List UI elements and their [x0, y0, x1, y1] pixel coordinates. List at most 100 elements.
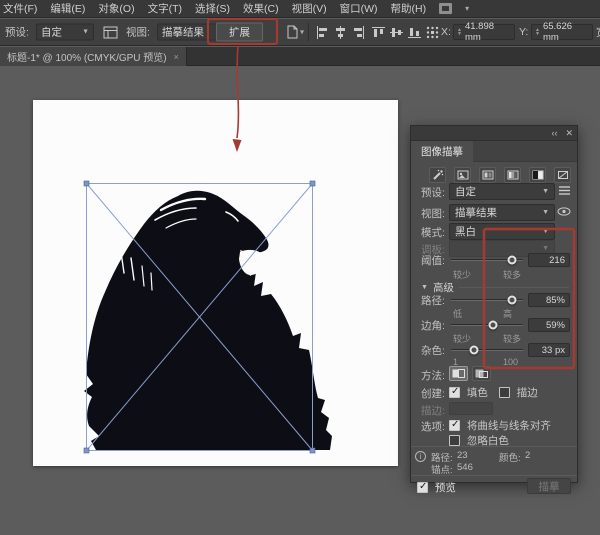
menu-window[interactable]: 窗口(W) [340, 1, 378, 16]
preview-checkbox[interactable] [417, 482, 428, 493]
menu-file[interactable]: 文件(F) [3, 1, 37, 16]
close-icon[interactable]: ✕ [565, 127, 573, 139]
corners-slider[interactable] [451, 318, 523, 332]
corners-value-field[interactable]: 59% [528, 318, 570, 332]
menu-bar: 文件(F) 编辑(E) 对象(O) 文字(T) 选择(S) 效果(C) 视图(V… [0, 0, 600, 18]
panel-mode-dropdown[interactable]: 黑白▼ [449, 223, 555, 240]
menu-edit[interactable]: 编辑(E) [50, 1, 85, 16]
menu-object[interactable]: 对象(O) [98, 1, 134, 16]
noise-slider[interactable] [451, 343, 523, 357]
view-label: 视图: [126, 25, 150, 40]
close-icon[interactable]: × [174, 52, 179, 62]
panel-menu-icon[interactable] [558, 185, 571, 199]
chevron-down-icon: ▼ [542, 188, 549, 195]
stats-paths-value: 23 [457, 450, 468, 461]
stats-anchors-value: 546 [457, 462, 473, 473]
reference-point-icon[interactable] [424, 25, 440, 39]
y-field[interactable]: ▲▼65.626 mm [531, 24, 593, 40]
eagle-trace-image[interactable] [33, 100, 398, 466]
slider-knob[interactable] [507, 256, 516, 265]
chevron-down-icon[interactable]: ▾ [465, 4, 469, 13]
threshold-value-field[interactable]: 216 [528, 253, 570, 267]
image-trace-panel: ‹‹ ✕ 图像描摹 [410, 125, 578, 483]
document-tab[interactable]: 标题-1* @ 100% (CMYK/GPU 预览) × [0, 47, 187, 66]
tab-bar: 标题-1* @ 100% (CMYK/GPU 预览) × [0, 47, 600, 66]
threshold-slider[interactable] [451, 253, 523, 267]
align-horizontal-right-icon[interactable] [350, 25, 366, 39]
outline-icon[interactable] [554, 167, 571, 183]
menu-help[interactable]: 帮助(H) [391, 1, 427, 16]
align-horizontal-center-icon[interactable] [332, 25, 348, 39]
stats-anchors-label: 锚点: [431, 462, 453, 476]
align-horizontal-left-icon[interactable] [314, 25, 330, 39]
fill-checkbox[interactable] [449, 387, 460, 398]
panel-view-dropdown[interactable]: 描摹结果▼ [449, 204, 555, 221]
expand-button[interactable]: 扩展 [216, 23, 263, 42]
menu-view[interactable]: 视图(V) [292, 1, 327, 16]
slider-knob[interactable] [470, 346, 479, 355]
paths-slider[interactable] [451, 293, 523, 307]
x-field[interactable]: ▲▼41.898 mm [453, 24, 515, 40]
auto-color-icon[interactable] [429, 167, 446, 183]
panel-preset-dropdown[interactable]: 自定▼ [449, 183, 555, 200]
align-vertical-bottom-icon[interactable] [406, 25, 422, 39]
x-label: X: [441, 26, 451, 38]
stats-colors-value: 2 [525, 450, 530, 461]
noise-value-field[interactable]: 33 px [528, 343, 570, 357]
image-trace-panel-icon[interactable] [102, 25, 118, 39]
toolbar-separator [308, 23, 309, 41]
chevron-down-icon: ▼ [82, 29, 89, 36]
high-color-icon[interactable] [454, 167, 471, 183]
stats-row-2: 锚点: 546 [411, 462, 577, 479]
method-overlapping-icon[interactable] [472, 366, 491, 381]
panel-tab-strip: 图像描摹 [411, 141, 577, 162]
low-color-icon[interactable] [479, 167, 496, 183]
slider-knob[interactable] [508, 296, 517, 305]
tab-image-trace[interactable]: 图像描摹 [411, 141, 473, 162]
document-setup-icon[interactable] [284, 25, 300, 39]
menu-effect[interactable]: 效果(C) [243, 1, 279, 16]
create-row: 创建: 填色 描边 [411, 384, 577, 401]
document-title: 标题-1* @ 100% (CMYK/GPU 预览) [7, 49, 167, 64]
menu-select[interactable]: 选择(S) [195, 1, 230, 16]
chevron-down-icon: ▼ [542, 245, 549, 252]
menu-type[interactable]: 文字(T) [148, 1, 182, 16]
fill-label: 填色 [467, 387, 488, 399]
illustrator-window: 文件(F) 编辑(E) 对象(O) 文字(T) 选择(S) 效果(C) 视图(V… [0, 0, 600, 535]
preset-dropdown[interactable]: 自定▼ [36, 24, 94, 41]
stepper-icon[interactable]: ▲▼ [535, 28, 540, 36]
artboard[interactable] [33, 100, 398, 466]
stroke-size-field [449, 402, 493, 415]
slider-knob[interactable] [489, 321, 498, 330]
stroke-checkbox[interactable] [499, 387, 510, 398]
preset-row: 预设: 自定▼ [411, 183, 577, 200]
eye-icon[interactable] [557, 206, 571, 220]
trace-button: 描摹 [527, 478, 571, 494]
collapse-icon[interactable]: ‹‹ [551, 127, 557, 139]
panel-header: ‹‹ ✕ [411, 126, 577, 141]
width-label: 宽: [596, 25, 600, 40]
stroke-label: 描边 [517, 387, 538, 399]
preset-button-row [429, 167, 571, 183]
ignore-white-checkbox[interactable] [449, 435, 460, 446]
stroke-size-row: 描边: [411, 401, 577, 418]
panel-divider [411, 475, 577, 476]
triangle-down-icon: ▼ [421, 284, 428, 291]
black-white-icon[interactable] [529, 167, 546, 183]
align-vertical-top-icon[interactable] [370, 25, 386, 39]
workspace-icon[interactable] [439, 3, 452, 14]
snap-curves-checkbox[interactable] [449, 420, 460, 431]
threshold-slider-row: 阈值: 216 [411, 253, 577, 267]
paths-value-field[interactable]: 85% [528, 293, 570, 307]
mode-row: 模式: 黑白▼ [411, 223, 577, 240]
noise-slider-row: 杂色: 33 px [411, 343, 577, 357]
paths-slider-row: 路径: 85% [411, 293, 577, 307]
stepper-icon[interactable]: ▲▼ [457, 28, 462, 36]
chevron-down-icon: ▼ [542, 228, 549, 235]
chevron-down-icon[interactable]: ▾ [300, 28, 304, 37]
grayscale-icon[interactable] [504, 167, 521, 183]
method-abutting-icon[interactable] [449, 366, 468, 381]
control-bar: 预设: 自定▼ 视图: 描摹结果▼ 扩展 ▾ [0, 19, 600, 46]
corners-slider-row: 边角: 59% [411, 318, 577, 332]
align-vertical-center-icon[interactable] [388, 25, 404, 39]
